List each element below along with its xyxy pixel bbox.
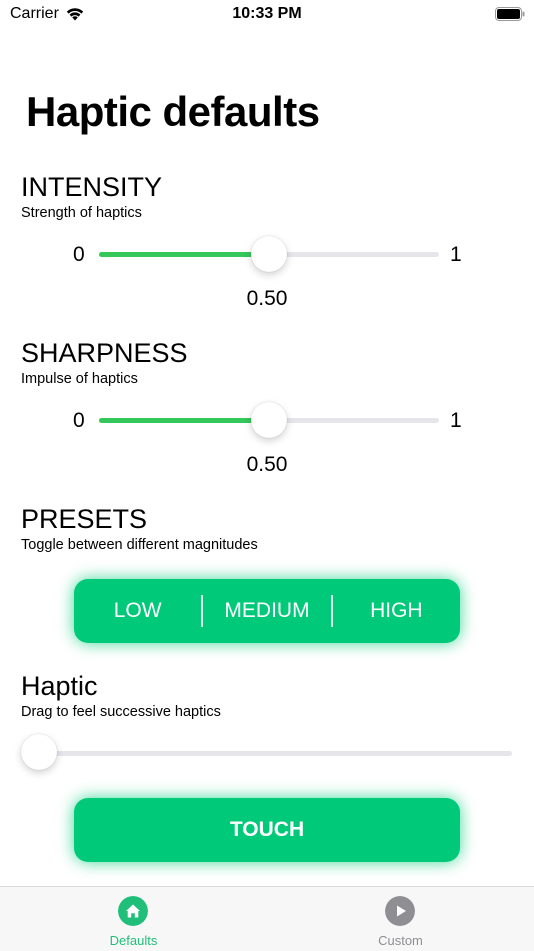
intensity-subtitle: Strength of haptics	[21, 205, 142, 221]
tab-custom-label: Custom	[378, 933, 423, 948]
battery-icon	[495, 7, 525, 21]
sharpness-slider-thumb[interactable]	[251, 402, 287, 438]
status-bar: Carrier 10:33 PM	[0, 0, 534, 30]
page-title: Haptic defaults	[26, 88, 320, 135]
preset-low-segment[interactable]: LOW	[74, 579, 201, 643]
tab-defaults[interactable]: Defaults	[0, 887, 267, 951]
sharpness-value: 0.50	[246, 453, 288, 476]
haptic-subtitle: Drag to feel successive haptics	[21, 704, 221, 720]
sharpness-max-label: 1	[450, 409, 462, 432]
haptic-slider-track[interactable]	[39, 751, 512, 756]
intensity-value: 0.50	[246, 287, 288, 310]
preset-medium-segment[interactable]: MEDIUM	[203, 579, 330, 643]
sharpness-slider-fill	[99, 418, 269, 423]
presets-segmented-control: LOW MEDIUM HIGH	[74, 579, 460, 643]
presets-title: PRESETS	[21, 504, 148, 534]
intensity-slider-thumb[interactable]	[251, 236, 287, 272]
intensity-min-label: 0	[73, 243, 85, 266]
haptic-title: Haptic	[21, 671, 98, 701]
home-icon	[118, 896, 148, 926]
tab-bar: Defaults Custom	[0, 886, 534, 951]
tab-custom[interactable]: Custom	[267, 887, 534, 951]
intensity-max-label: 1	[450, 243, 462, 266]
status-time: 10:33 PM	[232, 5, 302, 22]
sharpness-min-label: 0	[73, 409, 85, 432]
sharpness-subtitle: Impulse of haptics	[21, 371, 138, 387]
intensity-slider-fill	[99, 252, 269, 257]
haptic-slider-thumb[interactable]	[21, 734, 57, 770]
touch-button[interactable]: TOUCH	[74, 798, 460, 862]
tab-defaults-label: Defaults	[109, 933, 158, 948]
play-icon	[385, 896, 415, 926]
intensity-title: INTENSITY	[21, 172, 163, 202]
preset-high-segment[interactable]: HIGH	[333, 579, 460, 643]
sharpness-title: SHARPNESS	[21, 338, 188, 368]
presets-subtitle: Toggle between different magnitudes	[21, 537, 258, 553]
